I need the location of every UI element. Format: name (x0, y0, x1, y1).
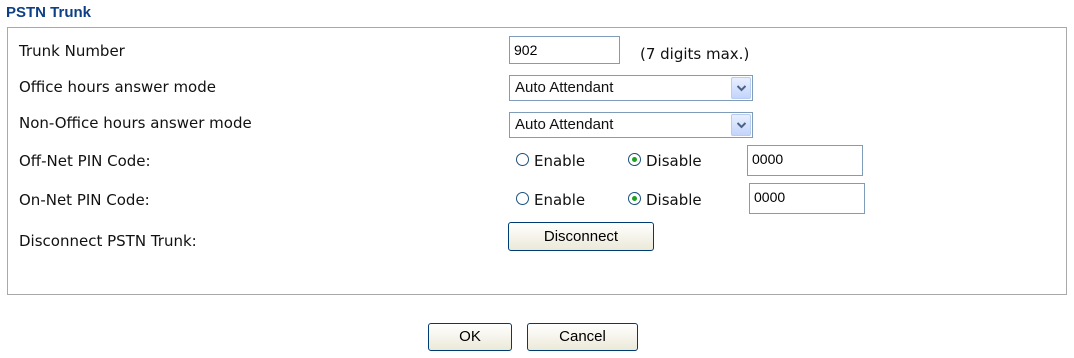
disconnect-button[interactable]: Disconnect (508, 222, 654, 251)
non-office-hours-selected-value: Auto Attendant (515, 116, 614, 133)
on-net-disable-label[interactable]: Disable (646, 191, 702, 209)
chevron-down-icon[interactable] (731, 77, 751, 99)
off-net-pin-row: Off-Net PIN Code: Enable Disable 0000 (8, 144, 1066, 180)
ok-button[interactable]: OK (428, 323, 512, 351)
cancel-button[interactable]: Cancel (527, 323, 638, 351)
off-net-pin-label: Off-Net PIN Code: (19, 152, 151, 170)
disconnect-label: Disconnect PSTN Trunk: (19, 232, 197, 250)
on-net-enable-radio[interactable] (516, 192, 529, 205)
non-office-hours-label: Non-Office hours answer mode (19, 114, 252, 132)
non-office-hours-row: Non-Office hours answer mode Auto Attend… (8, 106, 1066, 142)
trunk-number-input[interactable]: 902 (509, 36, 620, 64)
chevron-down-icon[interactable] (731, 114, 751, 136)
on-net-enable-label[interactable]: Enable (534, 191, 585, 209)
office-hours-row: Office hours answer mode Auto Attendant (8, 70, 1066, 106)
section-title: PSTN Trunk (6, 4, 92, 21)
trunk-number-label: Trunk Number (19, 42, 125, 60)
pstn-trunk-panel: Trunk Number 902 (7 digits max.) Office … (7, 27, 1067, 295)
off-net-enable-label[interactable]: Enable (534, 152, 585, 170)
trunk-number-hint: (7 digits max.) (640, 45, 750, 63)
office-hours-label: Office hours answer mode (19, 78, 216, 96)
office-hours-select[interactable]: Auto Attendant (509, 75, 753, 101)
disconnect-row: Disconnect PSTN Trunk: Disconnect (8, 220, 1066, 256)
on-net-disable-radio[interactable] (628, 192, 641, 205)
off-net-disable-radio[interactable] (628, 153, 641, 166)
trunk-number-row: Trunk Number 902 (7 digits max.) (8, 34, 1066, 70)
off-net-pin-input[interactable]: 0000 (747, 145, 863, 176)
on-net-pin-row: On-Net PIN Code: Enable Disable 0000 (8, 183, 1066, 219)
non-office-hours-select[interactable]: Auto Attendant (509, 112, 753, 138)
on-net-pin-input[interactable]: 0000 (749, 183, 865, 214)
off-net-pin-radio-group: Enable Disable (516, 144, 736, 180)
on-net-pin-radio-group: Enable Disable (516, 183, 736, 219)
on-net-pin-label: On-Net PIN Code: (19, 191, 150, 209)
office-hours-selected-value: Auto Attendant (515, 79, 614, 96)
off-net-enable-radio[interactable] (516, 153, 529, 166)
off-net-disable-label[interactable]: Disable (646, 152, 702, 170)
